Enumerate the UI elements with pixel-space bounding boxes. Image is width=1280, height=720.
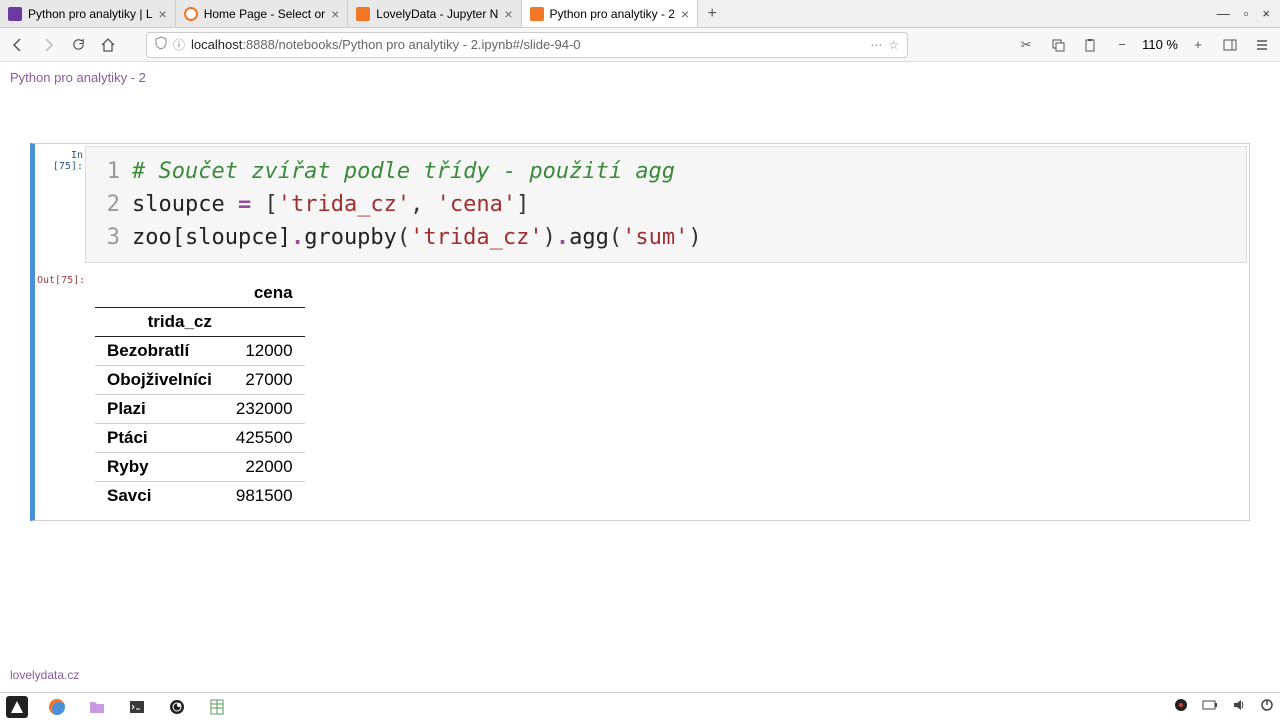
table-row: Plazi232000 — [95, 395, 305, 424]
tab-label: Home Page - Select or — [204, 7, 325, 21]
table-row: Ptáci425500 — [95, 424, 305, 453]
firefox-icon[interactable] — [46, 696, 68, 718]
files-icon[interactable] — [86, 696, 108, 718]
window-close-icon[interactable]: × — [1262, 6, 1270, 21]
minimize-icon[interactable]: — — [1217, 6, 1230, 21]
arrow-right-icon — [40, 37, 56, 53]
zoom-level: 110 % — [1142, 37, 1178, 52]
index-name: trida_cz — [95, 308, 224, 337]
table-row: Bezobratlí12000 — [95, 337, 305, 366]
tab-favicon-icon — [356, 7, 370, 21]
maximize-icon[interactable]: ▫ — [1244, 6, 1249, 21]
tab-label: Python pro analytiky | L — [28, 7, 153, 21]
dataframe-table: cena trida_cz Bezobratlí12000 Obojživeln… — [95, 279, 305, 510]
tab-label: Python pro analytiky - 2 — [550, 7, 675, 21]
browser-tab[interactable]: LovelyData - Jupyter N × — [348, 0, 521, 27]
zoom-out-button[interactable]: − — [1110, 33, 1134, 57]
tab-favicon-icon — [530, 7, 544, 21]
zoom-in-button[interactable]: + — [1186, 33, 1210, 57]
table-row: Savci981500 — [95, 482, 305, 511]
obs-icon[interactable] — [166, 696, 188, 718]
paste-icon[interactable] — [1078, 33, 1102, 57]
browser-tab[interactable]: Python pro analytiky | L × — [0, 0, 176, 27]
cell-output: cena trida_cz Bezobratlí12000 Obojživeln… — [85, 271, 1247, 518]
close-icon[interactable]: × — [681, 6, 689, 22]
url-input[interactable]: ⓘ localhost:8888/notebooks/Python pro an… — [146, 32, 908, 58]
slide-footer: lovelydata.cz — [10, 668, 79, 682]
tray-record-icon[interactable] — [1174, 698, 1188, 715]
tray-battery-icon[interactable] — [1202, 699, 1218, 714]
table-row: Ryby22000 — [95, 453, 305, 482]
column-header: cena — [224, 279, 305, 308]
tray-power-icon[interactable] — [1260, 698, 1274, 715]
arrow-left-icon — [10, 37, 26, 53]
slide-title: Python pro analytiky - 2 — [0, 62, 1280, 93]
tray-volume-icon[interactable] — [1232, 698, 1246, 715]
shield-icon — [155, 36, 167, 53]
tab-label: LovelyData - Jupyter N — [376, 7, 498, 21]
home-icon — [100, 37, 116, 53]
slide-content: In [75]: 1# Součet zvířat podle třídy - … — [0, 93, 1280, 521]
os-taskbar — [0, 692, 1280, 720]
reload-button[interactable] — [66, 33, 90, 57]
line-number: 2 — [96, 188, 120, 221]
ellipsis-icon[interactable]: ⋯ — [870, 38, 882, 52]
close-icon[interactable]: × — [159, 6, 167, 22]
terminal-icon[interactable] — [126, 696, 148, 718]
browser-tab-bar: Python pro analytiky | L × Home Page - S… — [0, 0, 1280, 28]
reload-icon — [71, 37, 86, 52]
window-controls: — ▫ × — [1217, 0, 1280, 27]
line-number: 1 — [96, 155, 120, 188]
tab-favicon-icon — [184, 7, 198, 21]
spreadsheet-icon[interactable] — [206, 696, 228, 718]
table-row: Obojživelníci27000 — [95, 366, 305, 395]
close-icon[interactable]: × — [504, 6, 512, 22]
menu-button[interactable] — [1250, 33, 1274, 57]
copy-icon[interactable] — [1046, 33, 1070, 57]
line-number: 3 — [96, 221, 120, 254]
sidebar-icon[interactable] — [1218, 33, 1242, 57]
code-cell[interactable]: In [75]: 1# Součet zvířat podle třídy - … — [30, 143, 1250, 521]
back-button[interactable] — [6, 33, 30, 57]
input-prompt: In [75]: — [37, 146, 85, 263]
start-icon[interactable] — [6, 696, 28, 718]
new-tab-button[interactable]: + — [698, 0, 726, 27]
browser-tab[interactable]: Home Page - Select or × — [176, 0, 349, 27]
hamburger-icon — [1255, 38, 1269, 52]
url-text: localhost:8888/notebooks/Python pro anal… — [191, 37, 581, 52]
home-button[interactable] — [96, 33, 120, 57]
browser-toolbar: ⓘ localhost:8888/notebooks/Python pro an… — [0, 28, 1280, 62]
bookmark-icon[interactable]: ☆ — [888, 38, 899, 52]
output-prompt: Out[75]: — [37, 271, 85, 518]
forward-button[interactable] — [36, 33, 60, 57]
code-editor[interactable]: 1# Součet zvířat podle třídy - použití a… — [85, 146, 1247, 263]
close-icon[interactable]: × — [331, 6, 339, 22]
cut-icon[interactable]: ✂ — [1014, 33, 1038, 57]
info-icon: ⓘ — [173, 36, 185, 53]
tab-favicon-icon — [8, 7, 22, 21]
browser-tab-active[interactable]: Python pro analytiky - 2 × — [522, 0, 699, 27]
